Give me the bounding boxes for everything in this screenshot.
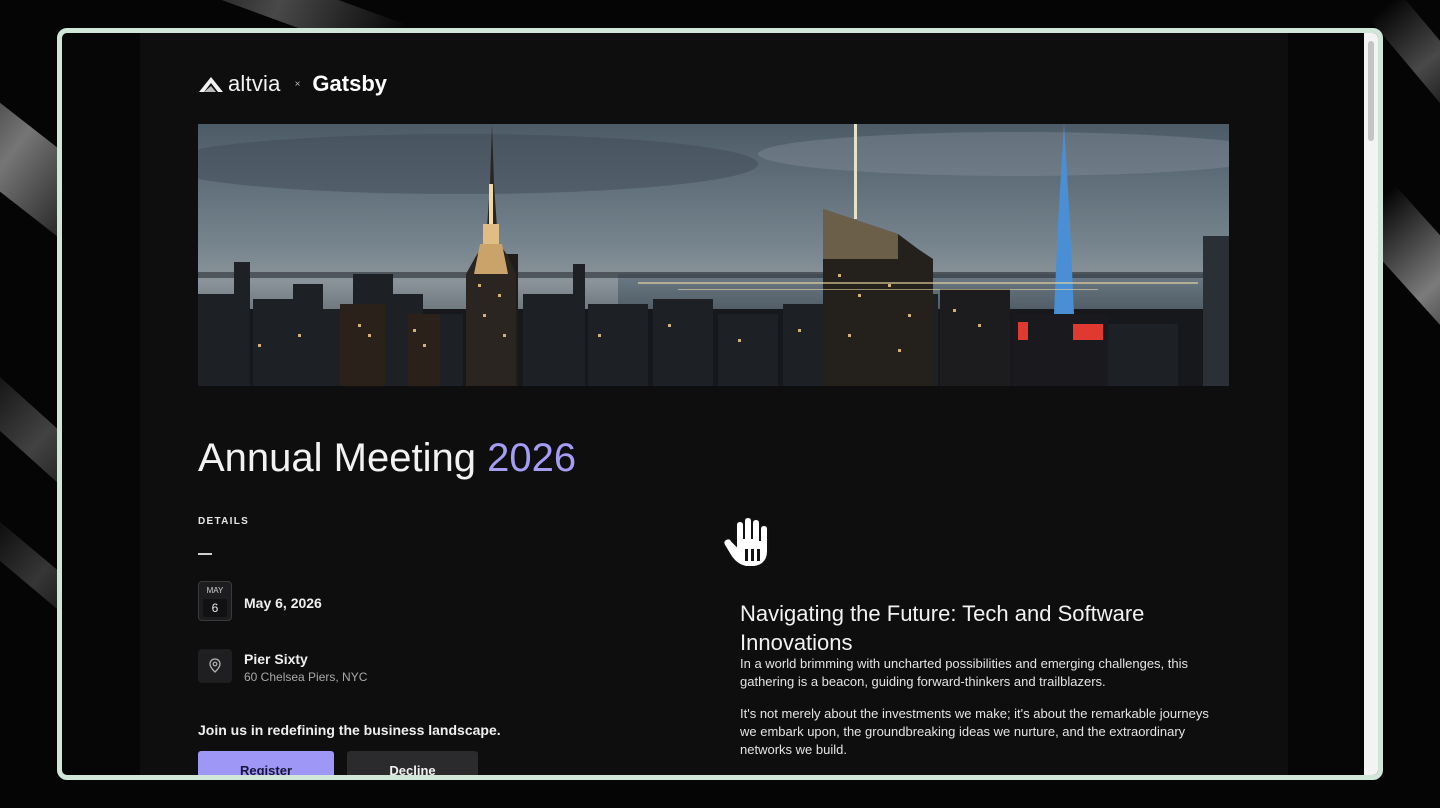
device-frame: altvia × Gatsby Annual Meeting 2026 DETA… bbox=[57, 28, 1383, 780]
altvia-logo-text: altvia bbox=[228, 71, 281, 96]
hand-cursor-icon bbox=[722, 515, 769, 568]
register-button[interactable]: Register bbox=[198, 751, 334, 775]
logo-separator: × bbox=[294, 78, 301, 90]
calendar-icon: MAY 6 bbox=[198, 581, 232, 621]
venue-name: Pier Sixty bbox=[244, 651, 308, 667]
map-pin-icon bbox=[209, 658, 221, 673]
event-date: May 6, 2026 bbox=[244, 595, 322, 611]
brand-logos: altvia × Gatsby bbox=[198, 69, 387, 99]
calendar-month: MAY bbox=[206, 586, 224, 595]
content-paragraph-2: It's not merely about the investments we… bbox=[740, 706, 1209, 757]
section-divider bbox=[198, 553, 212, 555]
city-skyline-banner bbox=[198, 124, 1229, 386]
venue-address: 60 Chelsea Piers, NYC bbox=[244, 670, 368, 684]
title-main: Annual Meeting bbox=[198, 435, 488, 480]
gatsby-logo-text: Gatsby bbox=[312, 71, 387, 96]
section-heading: Navigating the Future: Tech and Software… bbox=[740, 601, 1145, 656]
invite-text: Join us in redefining the business lands… bbox=[198, 722, 501, 738]
city-skyline-image bbox=[198, 124, 1229, 386]
vertical-scrollbar[interactable] bbox=[1364, 33, 1378, 775]
title-year: 2026 bbox=[487, 435, 577, 480]
scrollbar-thumb[interactable] bbox=[1368, 41, 1374, 141]
calendar-day: 6 bbox=[203, 599, 227, 617]
content-paragraph-1: In a world brimming with uncharted possi… bbox=[740, 656, 1189, 689]
location-icon-box bbox=[198, 649, 232, 683]
details-label: DETAILS bbox=[198, 516, 250, 527]
altvia-logo-icon bbox=[199, 77, 223, 92]
email-page: altvia × Gatsby Annual Meeting 2026 DETA… bbox=[140, 33, 1288, 775]
page-title: Annual Meeting 2026 bbox=[198, 436, 576, 481]
decline-button[interactable]: Decline bbox=[347, 751, 478, 775]
